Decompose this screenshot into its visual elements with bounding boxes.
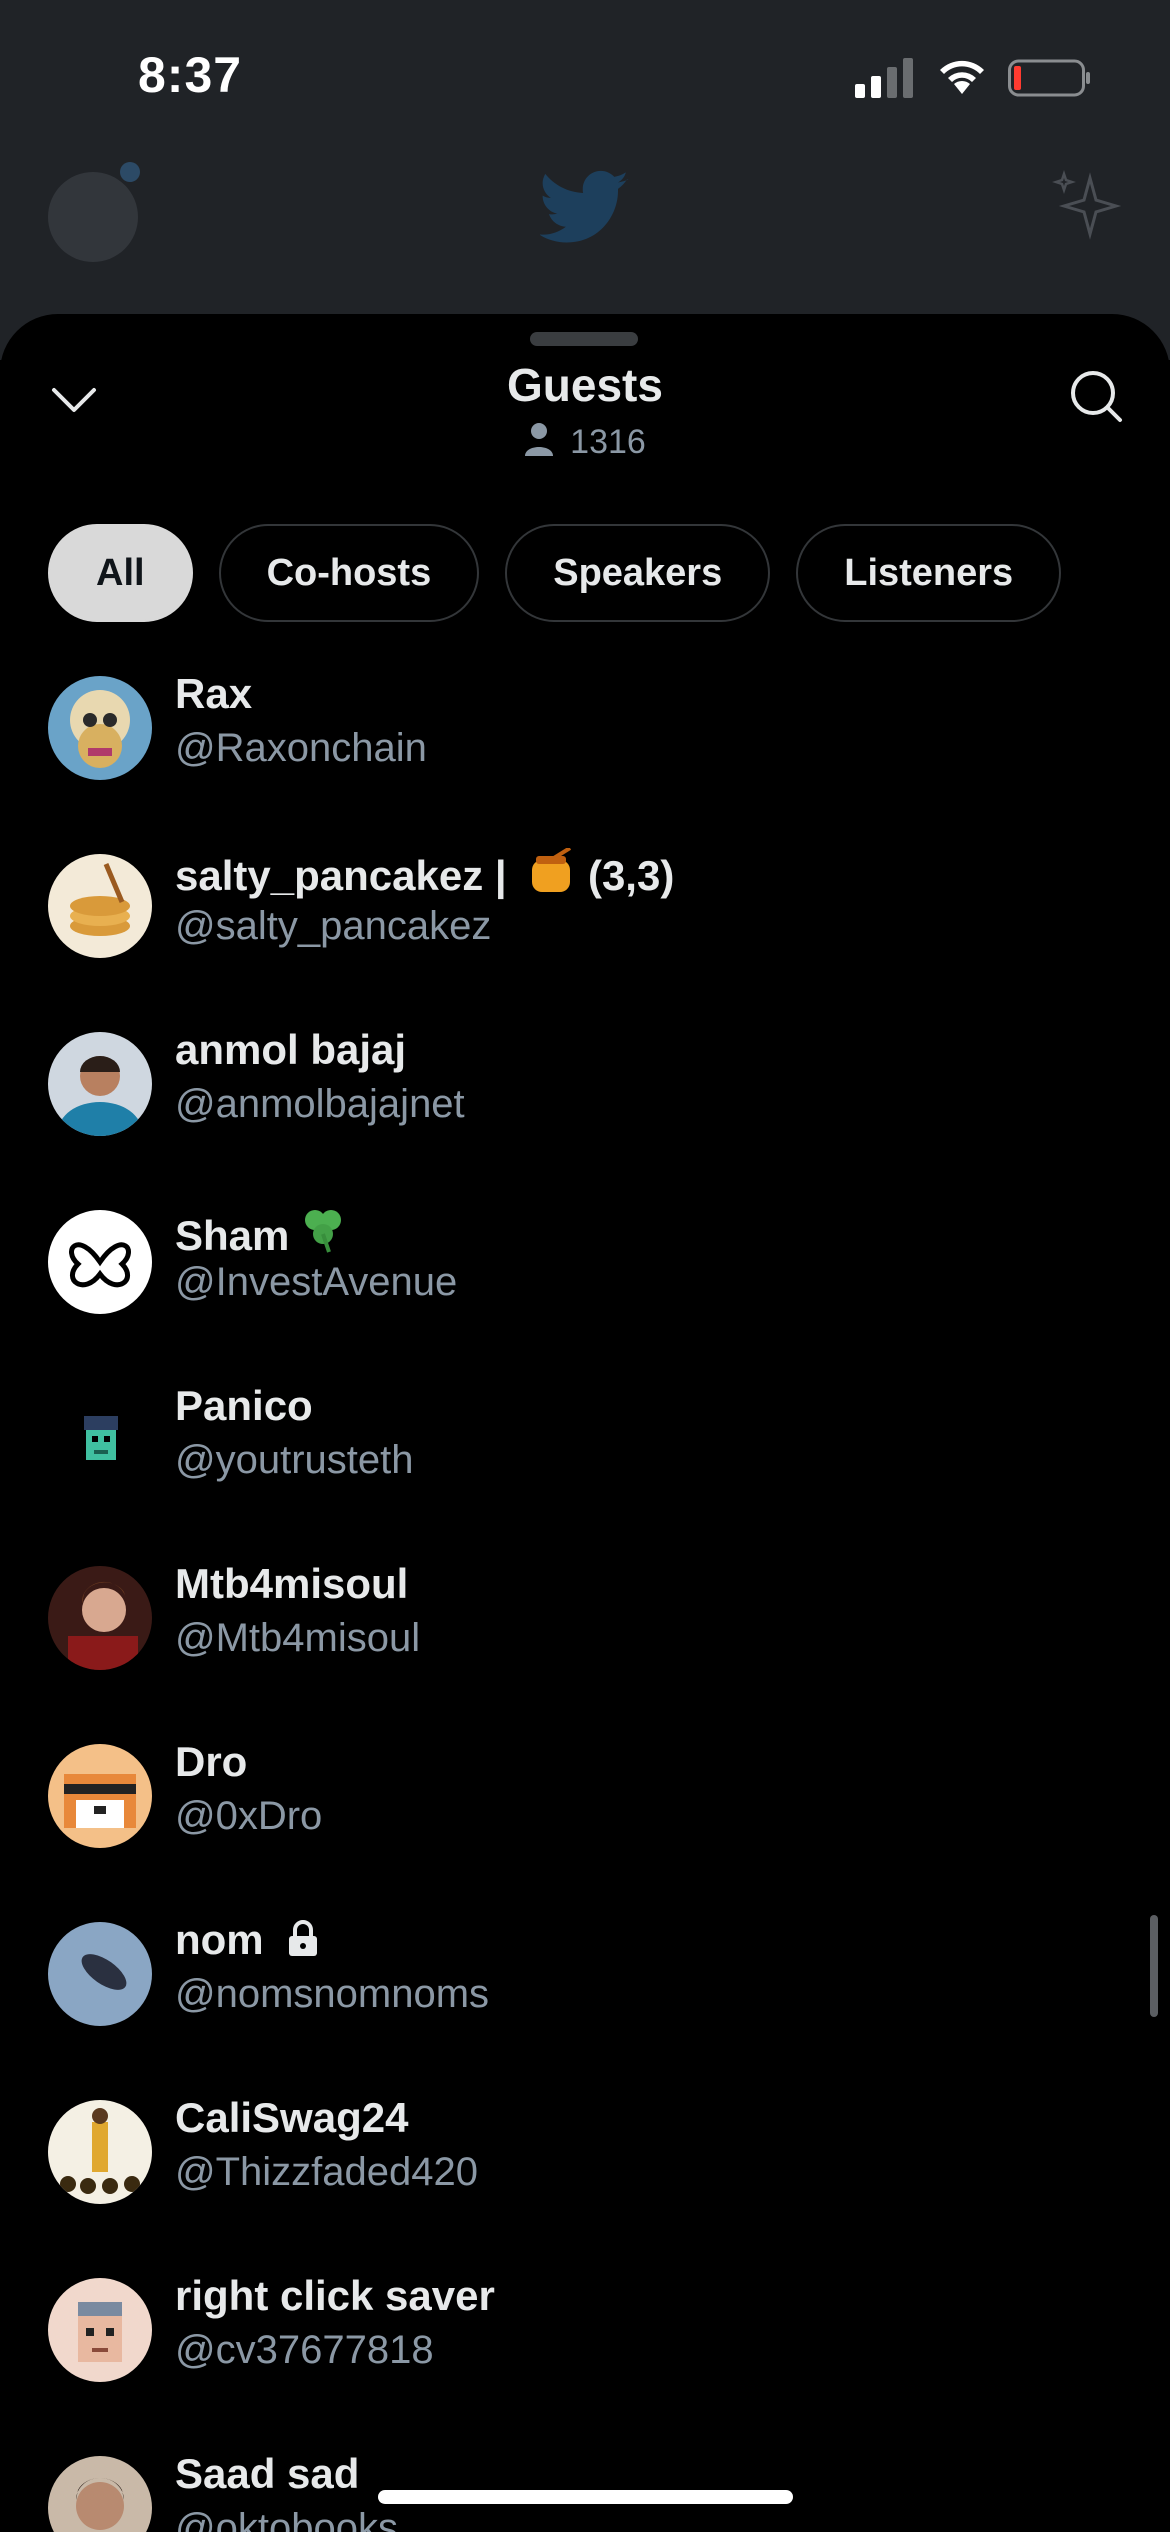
guest-row[interactable]: Dro @0xDro — [0, 1734, 1170, 1912]
avatar — [48, 854, 152, 958]
wifi-icon — [940, 60, 984, 94]
guest-name-text: Sham — [175, 1212, 290, 1259]
guest-name: Sham — [175, 1204, 349, 1260]
guest-row[interactable]: Rax @Raxonchain — [0, 666, 1170, 844]
battery-icon — [1008, 59, 1090, 97]
guest-name: salty_pancakez | (3,3) — [175, 848, 674, 900]
background-app: 8:37 — [0, 0, 1170, 360]
guest-name-text: nom — [175, 1916, 264, 1963]
sheet-title: Guests — [507, 359, 663, 411]
guest-name: nom — [175, 1916, 323, 1964]
avatar — [48, 2100, 152, 2204]
guest-row[interactable]: anmol bajaj @anmolbajajnet — [0, 1022, 1170, 1200]
guest-handle: @Mtb4misoul — [175, 1616, 421, 1660]
filter-co-hosts[interactable]: Co-hosts — [218, 524, 480, 622]
guest-handle: @salty_pancakez — [175, 904, 492, 948]
avatar — [48, 1210, 152, 1314]
guest-handle: @nomsnomnoms — [175, 1972, 490, 2016]
sheet-grabber[interactable] — [530, 332, 638, 346]
avatar — [48, 2278, 152, 2382]
lock-icon — [289, 1920, 318, 1956]
profile-avatar — [48, 172, 138, 262]
avatar — [48, 1744, 152, 1848]
honey-pot-emoji-icon — [532, 848, 572, 892]
guest-row[interactable]: right click saver @cv37677818 — [0, 2268, 1170, 2446]
avatar — [48, 1566, 152, 1670]
guest-count-value: 1316 — [570, 423, 646, 461]
avatar — [48, 1388, 152, 1492]
guest-handle: @0xDro — [175, 1794, 323, 1838]
cellular-signal-icon — [855, 58, 913, 98]
guest-handle: @InvestAvenue — [175, 1260, 458, 1304]
avatar — [48, 1032, 152, 1136]
shamrock-emoji-icon — [305, 1210, 342, 1253]
status-time: 8:37 — [138, 47, 243, 103]
guest-row[interactable]: Panico @youtrusteth — [0, 1378, 1170, 1556]
guest-row[interactable]: CaliSwag24 @Thizzfaded420 — [0, 2090, 1170, 2268]
filter-speakers[interactable]: Speakers — [505, 524, 771, 622]
guest-count: 1316 — [0, 422, 1170, 462]
guest-handle: @Raxonchain — [175, 726, 427, 770]
guests-sheet: Guests 1316 All Co-hosts Speakers Listen… — [0, 314, 1170, 2532]
status-bar: 8:37 — [0, 0, 1170, 150]
guest-row[interactable]: Sham @InvestAvenue — [0, 1200, 1170, 1378]
guest-name: Rax — [175, 670, 253, 717]
guest-name: Mtb4misoul — [175, 1560, 409, 1607]
guest-handle: @cv37677818 — [175, 2328, 434, 2372]
guest-handle: @anmolbajajnet — [175, 1082, 465, 1126]
guest-name: Panico — [175, 1382, 313, 1429]
guest-name: right click saver — [175, 2272, 495, 2319]
notification-dot — [120, 162, 140, 182]
scrollbar[interactable] — [1150, 1915, 1158, 2017]
avatar — [48, 2456, 152, 2532]
home-indicator[interactable] — [378, 2490, 793, 2504]
avatar — [48, 1922, 152, 2026]
guest-row[interactable]: Saad sad @oktobooks — [0, 2446, 1170, 2532]
guest-handle: @youtrusteth — [175, 1438, 414, 1482]
filter-tabs: All Co-hosts Speakers Listeners — [48, 524, 1062, 624]
guest-row[interactable]: nom @nomsnomnoms — [0, 1912, 1170, 2090]
guest-name-suffix: (3,3) — [587, 852, 675, 899]
guest-row[interactable]: Mtb4misoul @Mtb4misoul — [0, 1556, 1170, 1734]
guest-row[interactable]: salty_pancakez | (3,3) @salty_pancakez — [0, 844, 1170, 1022]
guest-list: Rax @Raxonchain salty_pancakez | (3,3) @… — [0, 666, 1170, 2532]
guest-name: CaliSwag24 — [175, 2094, 409, 2141]
guest-name: anmol bajaj — [175, 1026, 407, 1073]
sparkle-icon — [1052, 170, 1122, 240]
guest-name-text: salty_pancakez | — [175, 852, 519, 899]
search-icon[interactable] — [1066, 366, 1126, 426]
guest-handle: @oktobooks — [175, 2506, 398, 2532]
guest-handle: @Thizzfaded420 — [175, 2150, 479, 2194]
guest-name: Dro — [175, 1738, 248, 1785]
guest-name: Saad sad — [175, 2450, 360, 2497]
avatar — [48, 676, 152, 780]
filter-all[interactable]: All — [48, 524, 193, 622]
person-icon — [525, 423, 554, 456]
filter-listeners[interactable]: Listeners — [796, 524, 1062, 622]
twitter-bird-icon — [540, 170, 629, 243]
